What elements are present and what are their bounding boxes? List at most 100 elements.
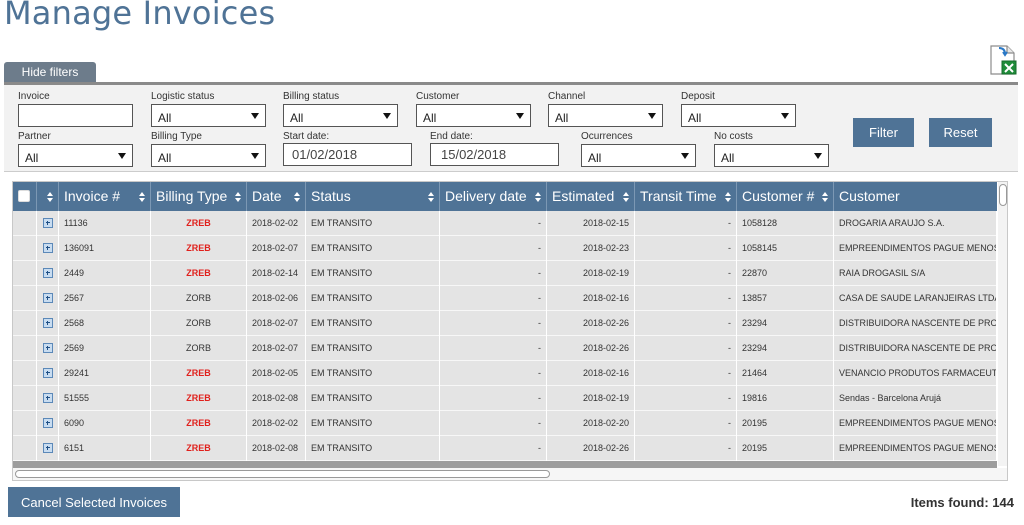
expand-plus-icon[interactable]: [42, 268, 53, 278]
start-date-input[interactable]: [283, 143, 412, 166]
row-select-cell: [13, 411, 37, 436]
billing-type-cell: ZORB: [151, 336, 247, 361]
table-row[interactable]: 2567 ZORB 2018-02-06 EM TRANSITO - 2018-02-16…: [13, 286, 997, 311]
invoice-cell: 29241: [59, 361, 151, 386]
customer-no-text: 13857: [742, 293, 768, 303]
delivery-date-text: -: [538, 393, 541, 403]
row-expand-cell[interactable]: [37, 286, 59, 311]
excel-export-icon[interactable]: [987, 44, 1019, 76]
row-expand-cell[interactable]: [37, 336, 59, 361]
customer-no-text: 20195: [742, 418, 768, 428]
table-row[interactable]: 2449 ZREB 2018-02-14 EM TRANSITO - 2018-02-19…: [13, 261, 997, 286]
status-cell: EM TRANSITO: [306, 361, 440, 386]
customer-cell: RAIA DROGASIL S/A: [834, 261, 997, 286]
invoice-label: Invoice: [18, 91, 50, 102]
hide-filters-tab[interactable]: Hide filters: [4, 62, 96, 82]
expand-plus-icon[interactable]: [42, 293, 53, 303]
reset-button[interactable]: Reset: [929, 118, 992, 147]
table-row[interactable]: 11136 ZREB 2018-02-02 EM TRANSITO - 2018-02-1…: [13, 211, 997, 236]
deposit-value: All: [688, 111, 702, 125]
row-expand-cell[interactable]: [37, 386, 59, 411]
horizontal-scroll-thumb[interactable]: [15, 470, 550, 478]
estimated-text: 2018-02-26: [582, 443, 629, 453]
expand-plus-icon[interactable]: [42, 368, 53, 378]
estimated-text: 2018-02-19: [582, 393, 629, 403]
table-row[interactable]: 29241 ZREB 2018-02-05 EM TRANSITO - 2018-02-1…: [13, 361, 997, 386]
customer-cell: DROGARIA ARAUJO S.A.: [834, 211, 997, 236]
delivery-date-cell: -: [440, 261, 547, 286]
row-expand-cell[interactable]: [37, 261, 59, 286]
cancel-selected-invoices-button[interactable]: Cancel Selected Invoices: [8, 487, 180, 517]
table-row[interactable]: 6151 ZREB 2018-02-08 EM TRANSITO - 2018-02-26…: [13, 436, 997, 461]
table-row[interactable]: 136091 ZREB 2018-02-07 EM TRANSITO - 2018-02-…: [13, 236, 997, 261]
column-header-customer-no[interactable]: Customer #: [737, 182, 834, 211]
invoice-text: 2569: [64, 343, 85, 353]
column-header-estimated[interactable]: Estimated: [547, 182, 635, 211]
items-found-count: Items found: 144: [910, 495, 1014, 510]
table-row[interactable]: 2568 ZORB 2018-02-07 EM TRANSITO - 2018-02-26…: [13, 311, 997, 336]
sort-icon: [535, 192, 541, 202]
column-header-delivery-date[interactable]: Delivery date: [440, 182, 547, 211]
billing-type-text: ZREB: [186, 393, 211, 403]
filter-button[interactable]: Filter: [853, 118, 914, 147]
table-row[interactable]: 6090 ZREB 2018-02-02 EM TRANSITO - 2018-02-20…: [13, 411, 997, 436]
customer-select[interactable]: All: [416, 104, 531, 127]
end-date-input[interactable]: [430, 143, 559, 166]
column-header-invoice[interactable]: Invoice #: [59, 182, 151, 211]
column-header-transit-time[interactable]: Transit Time: [635, 182, 737, 211]
status-cell: EM TRANSITO: [306, 411, 440, 436]
expand-plus-icon[interactable]: [42, 243, 53, 253]
partner-select[interactable]: All: [18, 144, 133, 167]
no-costs-select[interactable]: All: [714, 144, 829, 167]
row-expand-cell[interactable]: [37, 211, 59, 236]
date-cell: 2018-02-07: [247, 311, 306, 336]
expand-plus-icon[interactable]: [42, 418, 53, 428]
select-all-header: [13, 182, 37, 211]
table-row[interactable]: 51555 ZREB 2018-02-08 EM TRANSITO - 2018-02-1…: [13, 386, 997, 411]
ocurrences-select[interactable]: All: [581, 144, 696, 167]
invoice-input[interactable]: [18, 104, 133, 127]
billing-status-select[interactable]: All: [283, 104, 398, 127]
column-header-billing-type[interactable]: Billing Type: [151, 182, 247, 211]
chevron-down-icon: [251, 113, 259, 119]
end-date-label: End date:: [430, 131, 473, 142]
row-expand-cell[interactable]: [37, 411, 59, 436]
deposit-label: Deposit: [681, 91, 715, 102]
delivery-date-text: -: [538, 243, 541, 253]
row-expand-cell[interactable]: [37, 361, 59, 386]
deposit-select[interactable]: All: [681, 104, 796, 127]
expand-plus-icon[interactable]: [42, 343, 53, 353]
expand-plus-icon[interactable]: [42, 318, 53, 328]
date-cell: 2018-02-08: [247, 386, 306, 411]
billing-type-cell: ZREB: [151, 236, 247, 261]
expand-plus-icon[interactable]: [42, 218, 53, 228]
customer-no-cell: 19816: [737, 386, 834, 411]
select-all-checkbox[interactable]: [18, 190, 30, 202]
status-text: EM TRANSITO: [311, 343, 373, 353]
invoice-text: 51555: [64, 393, 90, 403]
billing-type-cell: ZREB: [151, 261, 247, 286]
column-header-customer[interactable]: Customer: [834, 182, 997, 211]
column-header-date[interactable]: Date: [247, 182, 306, 211]
vertical-scroll-thumb[interactable]: [999, 184, 1007, 206]
delivery-date-cell: -: [440, 211, 547, 236]
customer-cell: CASA DE SAUDE LARANJEIRAS LTDA - I: [834, 286, 997, 311]
row-expand-cell[interactable]: [37, 311, 59, 336]
column-header-status[interactable]: Status: [306, 182, 440, 211]
ocurrences-value: All: [588, 151, 602, 165]
row-expand-cell[interactable]: [37, 236, 59, 261]
logistic-status-select[interactable]: All: [151, 104, 266, 127]
estimated-text: 2018-02-26: [582, 343, 629, 353]
expand-plus-icon[interactable]: [42, 443, 53, 453]
vertical-scrollbar[interactable]: [998, 182, 1007, 466]
horizontal-scrollbar[interactable]: [13, 468, 1007, 480]
expand-plus-icon[interactable]: [42, 393, 53, 403]
billing-type-select[interactable]: All: [151, 144, 266, 167]
billing-type-text: ZORB: [185, 318, 211, 328]
expand-header[interactable]: [37, 182, 59, 211]
invoice-text: 2449: [64, 268, 85, 278]
table-row[interactable]: 2569 ZORB 2018-02-07 EM TRANSITO - 2018-02-26…: [13, 336, 997, 361]
date-cell: 2018-02-07: [247, 336, 306, 361]
row-expand-cell[interactable]: [37, 436, 59, 461]
channel-select[interactable]: All: [548, 104, 663, 127]
